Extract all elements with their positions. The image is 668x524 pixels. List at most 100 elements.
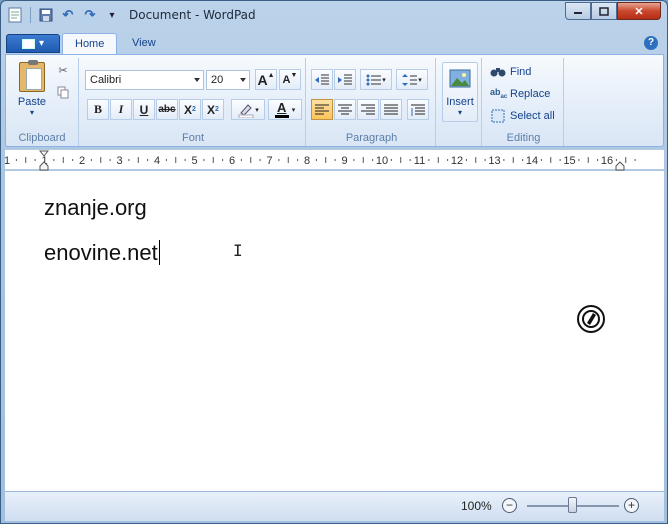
help-icon[interactable]: ?	[644, 36, 658, 50]
app-icon[interactable]	[5, 6, 25, 24]
select-all-button[interactable]: Select all	[490, 106, 555, 126]
ruler-tick	[62, 157, 64, 163]
font-family-value: Calibri	[90, 74, 122, 86]
line-spacing-icon	[402, 73, 418, 86]
ruler-tick	[503, 159, 505, 161]
underline-button[interactable]: U	[133, 99, 155, 120]
ruler-label: 2	[79, 155, 85, 167]
find-button[interactable]: Find	[490, 62, 531, 82]
save-icon[interactable]	[36, 6, 56, 24]
font-size-value: 20	[211, 74, 224, 86]
italic-button[interactable]: I	[110, 99, 132, 120]
chevron-down-icon: ▾	[255, 106, 259, 114]
ruler-tick	[587, 157, 589, 163]
cut-icon[interactable]: ✂	[56, 64, 70, 78]
font-size-select[interactable]: 20	[206, 70, 250, 90]
line-spacing-button[interactable]: ▾	[396, 69, 428, 90]
ruler-tick	[25, 157, 27, 163]
ruler-tick	[447, 159, 449, 161]
align-center-button[interactable]	[334, 99, 356, 120]
ribbon: Paste ▾ ✂ Clipboard Calibri 20 A ▲ A ▼ B…	[5, 54, 664, 147]
binoculars-icon	[490, 65, 506, 79]
paste-label: Paste	[17, 96, 47, 108]
ruler-tick	[484, 159, 486, 161]
insert-group: Insert ▾	[438, 58, 482, 146]
ruler[interactable]: 1 1 2 3 4 5 6 7 8 9 10 11 12 13 14 15 16	[5, 149, 664, 171]
maximize-button[interactable]	[591, 2, 617, 20]
paragraph-group: ▾ ▾ Paragraph	[308, 58, 436, 146]
quick-access-toolbar: ↶ ↷ ▾	[5, 6, 122, 24]
subscript-button[interactable]: X2	[179, 99, 201, 120]
ruler-tick	[625, 157, 627, 163]
undo-icon[interactable]: ↶	[58, 6, 78, 24]
ruler-label: 8	[304, 155, 310, 167]
justify-button[interactable]	[380, 99, 402, 120]
ruler-label: 1	[5, 155, 10, 167]
ruler-label: 16	[601, 155, 613, 167]
ruler-label: 6	[229, 155, 235, 167]
ibeam-cursor-icon: I	[233, 241, 243, 260]
ruler-tick	[315, 159, 317, 161]
zoom-slider-thumb[interactable]	[568, 497, 577, 513]
ruler-tick	[597, 159, 599, 161]
application-menu-button[interactable]: ▾	[6, 34, 60, 53]
ruler-label: 14	[526, 155, 538, 167]
ruler-tick	[475, 157, 477, 163]
copy-icon[interactable]	[56, 86, 70, 100]
ruler-label: 4	[154, 155, 160, 167]
paste-button[interactable]: Paste ▾	[12, 60, 52, 124]
increase-indent-button[interactable]	[334, 69, 356, 90]
ruler-label: 10	[376, 155, 388, 167]
document-line[interactable]: enovine.net	[44, 240, 160, 266]
insert-button[interactable]: Insert ▾	[442, 62, 478, 122]
align-left-button[interactable]	[311, 99, 333, 120]
font-family-select[interactable]: Calibri	[85, 70, 204, 90]
ruler-tick	[353, 159, 355, 161]
strikethrough-button[interactable]: abc	[156, 99, 178, 120]
zoom-in-button[interactable]: +	[624, 498, 639, 513]
ruler-label: 11	[414, 155, 425, 167]
highlight-color-button[interactable]: ▾	[231, 99, 265, 120]
font-color-button[interactable]: A ▾	[268, 99, 302, 120]
redo-icon[interactable]: ↷	[80, 6, 100, 24]
ruler-tick	[259, 159, 261, 161]
right-indent-marker[interactable]	[615, 161, 625, 171]
tab-view[interactable]: View	[120, 33, 168, 54]
minimize-button[interactable]	[565, 2, 591, 20]
superscript-button[interactable]: X2	[202, 99, 224, 120]
bullet-list-icon	[366, 74, 382, 85]
replace-button[interactable]: abac Replace	[490, 84, 550, 104]
ruler-tick	[278, 159, 280, 161]
ruler-tick	[184, 159, 186, 161]
ruler-tick	[465, 159, 467, 161]
window-controls: ✕	[565, 2, 661, 20]
ruler-tick	[34, 159, 36, 161]
zoom-level[interactable]: 100%	[461, 499, 492, 513]
zoom-out-button[interactable]: −	[502, 498, 517, 513]
grow-font-button[interactable]: A ▲	[255, 69, 277, 90]
document-area[interactable]: znanje.org enovine.net I	[5, 171, 664, 491]
customize-qat-icon[interactable]: ▾	[102, 6, 122, 24]
tab-home[interactable]: Home	[62, 33, 118, 54]
document-line[interactable]: znanje.org	[44, 195, 147, 221]
ruler-tick	[428, 159, 430, 161]
align-right-button[interactable]	[357, 99, 379, 120]
chevron-down-icon: ▾	[457, 108, 462, 117]
ruler-label: 3	[116, 155, 122, 167]
ruler-tick	[362, 157, 364, 163]
increase-indent-icon	[338, 74, 352, 84]
app-menu-doc-icon	[21, 38, 35, 49]
bullets-button[interactable]: ▾	[360, 69, 392, 90]
shrink-font-button[interactable]: A ▼	[279, 69, 301, 90]
ruler-tick	[512, 157, 514, 163]
bold-button[interactable]: B	[87, 99, 109, 120]
close-button[interactable]: ✕	[617, 2, 661, 20]
shrink-font-icon: A	[282, 73, 291, 86]
decrease-indent-icon	[315, 74, 329, 84]
chevron-down-icon	[194, 78, 200, 82]
ruler-tick	[90, 159, 92, 161]
ruler-tick	[522, 159, 524, 161]
paragraph-settings-button[interactable]	[407, 99, 429, 120]
decrease-indent-button[interactable]	[311, 69, 333, 90]
ruler-tick	[72, 159, 74, 161]
